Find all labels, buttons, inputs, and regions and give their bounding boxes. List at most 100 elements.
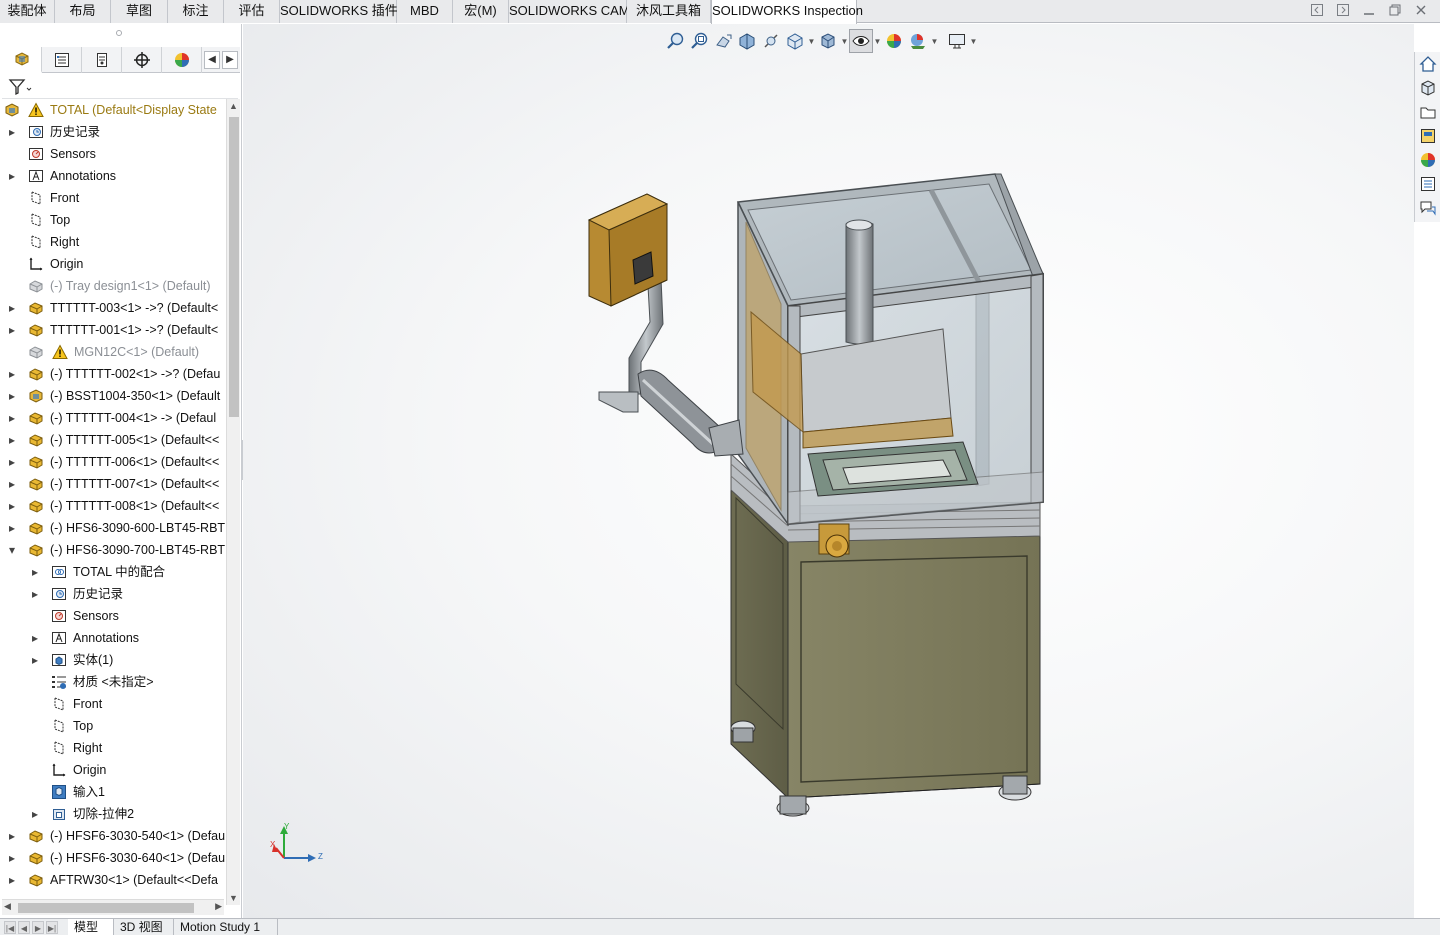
- expand-arrow-icon[interactable]: ▸: [7, 517, 17, 539]
- home-icon[interactable]: [1417, 53, 1439, 75]
- scroll-up-icon[interactable]: ▲: [229, 101, 238, 111]
- tab-3d-views[interactable]: 3D 视图: [114, 919, 174, 935]
- expand-arrow-icon[interactable]: ▸: [7, 429, 17, 451]
- scroll-left-icon[interactable]: ◀: [4, 901, 11, 912]
- file-explorer-icon[interactable]: [1417, 101, 1439, 123]
- tree-item[interactable]: ▸ (-) TTTTTT-007<1> (Default<<: [0, 473, 226, 495]
- scroll-right-icon[interactable]: ▶: [215, 901, 222, 912]
- tree-item[interactable]: ▾ (-) HFS6-3090-700-LBT45-RBT: [0, 539, 226, 561]
- expand-arrow-icon[interactable]: ▸: [7, 165, 17, 187]
- tree-item[interactable]: ▸ AFTRW30<1> (Default<<Defa: [0, 869, 226, 891]
- tab-macro[interactable]: 宏(M): [453, 0, 509, 23]
- featuremanager-icon[interactable]: [2, 47, 42, 73]
- tree-item[interactable]: ▸ 切除-拉伸2: [0, 803, 226, 825]
- tree-item[interactable]: Origin: [0, 759, 226, 781]
- tree-item[interactable]: ▸ (-) HFSF6-3030-640<1> (Defau: [0, 847, 226, 869]
- model-render[interactable]: [243, 24, 1414, 918]
- design-library-icon[interactable]: [1417, 77, 1439, 99]
- propertymanager-icon[interactable]: [42, 47, 82, 73]
- tree-item[interactable]: ▸ TTTTTT-001<1> ->? (Default<: [0, 319, 226, 341]
- panel-scroll-left-icon[interactable]: ◀: [204, 51, 220, 69]
- tree-vertical-scroll-thumb[interactable]: [229, 117, 239, 417]
- expand-arrow-icon[interactable]: ▸: [7, 385, 17, 407]
- expand-arrow-icon[interactable]: ▸: [30, 561, 40, 583]
- next-tab-icon[interactable]: ▶: [32, 921, 44, 934]
- tab-motion-study-1[interactable]: Motion Study 1: [174, 919, 278, 935]
- tree-vertical-scrollbar[interactable]: ▲ ▼: [226, 99, 240, 905]
- view-palette-icon[interactable]: [1417, 125, 1439, 147]
- tree-item[interactable]: Top: [0, 209, 226, 231]
- tab-solidworks-cam[interactable]: SOLIDWORKS CAM: [509, 0, 630, 23]
- tab-evaluate[interactable]: 评估: [224, 0, 280, 23]
- tree-item[interactable]: ▸ 实体(1): [0, 649, 226, 671]
- tree-item[interactable]: Right: [0, 737, 226, 759]
- tree-item[interactable]: ▸ Annotations: [0, 627, 226, 649]
- tab-assembly[interactable]: 装配体: [0, 0, 55, 23]
- dimxpert-icon[interactable]: [122, 47, 162, 73]
- custom-properties-icon[interactable]: [1417, 173, 1439, 195]
- tab-solidworks-addins[interactable]: SOLIDWORKS 插件: [280, 0, 398, 23]
- tree-item[interactable]: Top: [0, 715, 226, 737]
- expand-arrow-icon[interactable]: ▸: [7, 407, 17, 429]
- restore-right-icon[interactable]: [1331, 3, 1355, 21]
- tree-item[interactable]: Sensors: [0, 605, 226, 627]
- tab-sketch[interactable]: 草图: [111, 0, 168, 23]
- expand-arrow-icon[interactable]: ▸: [7, 319, 17, 341]
- displaymanager-icon[interactable]: [162, 47, 202, 73]
- tree-item[interactable]: ▸ TOTAL 中的配合: [0, 561, 226, 583]
- tree-item[interactable]: Front: [0, 693, 226, 715]
- tab-model[interactable]: 模型: [68, 919, 114, 935]
- expand-arrow-icon[interactable]: ▸: [30, 627, 40, 649]
- tree-item[interactable]: ▸ 历史记录: [0, 121, 226, 143]
- first-tab-icon[interactable]: |◀: [4, 921, 16, 934]
- tab-mbd[interactable]: MBD: [397, 0, 453, 23]
- expand-arrow-icon[interactable]: ▸: [7, 451, 17, 473]
- tree-item[interactable]: MGN12C<1> (Default): [0, 341, 226, 363]
- tree-root[interactable]: TOTAL (Default<Display State: [0, 99, 226, 121]
- tab-mufeng-toolbox[interactable]: 沐风工具箱: [627, 0, 711, 23]
- tree-horizontal-scrollbar[interactable]: ◀ ▶: [2, 899, 224, 915]
- expand-arrow-icon[interactable]: ▸: [7, 869, 17, 891]
- expand-arrow-icon[interactable]: ▸: [30, 649, 40, 671]
- expand-arrow-icon[interactable]: ▸: [7, 121, 17, 143]
- tree-item[interactable]: Sensors: [0, 143, 226, 165]
- tree-item[interactable]: (-) Tray design1<1> (Default): [0, 275, 226, 297]
- tree-item[interactable]: ▸ (-) HFSF6-3030-540<1> (Defau: [0, 825, 226, 847]
- panel-scroll-right-icon[interactable]: ▶: [222, 51, 238, 69]
- expand-arrow-icon[interactable]: ▸: [30, 583, 40, 605]
- expand-arrow-icon[interactable]: ▸: [7, 297, 17, 319]
- tree-item[interactable]: ▸ (-) TTTTTT-004<1> -> (Defaul: [0, 407, 226, 429]
- filter-icon[interactable]: [8, 78, 34, 96]
- expand-arrow-icon[interactable]: ▸: [7, 473, 17, 495]
- expand-arrow-icon[interactable]: ▸: [7, 825, 17, 847]
- restore-left-icon[interactable]: [1305, 3, 1329, 21]
- tab-layout[interactable]: 布局: [55, 0, 111, 23]
- minimize-icon[interactable]: [1357, 3, 1381, 21]
- expand-arrow-icon[interactable]: ▸: [7, 847, 17, 869]
- tree-horizontal-scroll-thumb[interactable]: [18, 903, 194, 913]
- tree-item[interactable]: ▸ (-) TTTTTT-005<1> (Default<<: [0, 429, 226, 451]
- tree-item[interactable]: 材质 <未指定>: [0, 671, 226, 693]
- collapse-arrow-icon[interactable]: ▾: [7, 539, 17, 561]
- expand-arrow-icon[interactable]: ▸: [7, 495, 17, 517]
- tree-item[interactable]: Front: [0, 187, 226, 209]
- scroll-down-icon[interactable]: ▼: [229, 893, 238, 903]
- graphics-area[interactable]: ▼ ▼ ▼ ▼ ▼ Y Z X: [243, 24, 1414, 918]
- expand-arrow-icon[interactable]: ▸: [7, 363, 17, 385]
- last-tab-icon[interactable]: ▶|: [46, 921, 58, 934]
- maximize-icon[interactable]: [1383, 3, 1407, 21]
- appearances-icon[interactable]: [1417, 149, 1439, 171]
- expand-arrow-icon[interactable]: ▸: [30, 803, 40, 825]
- tree-item[interactable]: 输入1: [0, 781, 226, 803]
- panel-grip[interactable]: [116, 30, 122, 36]
- configurationmanager-icon[interactable]: [82, 47, 122, 73]
- tab-markup[interactable]: 标注: [168, 0, 224, 23]
- tree-item[interactable]: ▸ TTTTTT-003<1> ->? (Default<: [0, 297, 226, 319]
- close-icon[interactable]: [1409, 3, 1433, 21]
- tree-item[interactable]: ▸ Annotations: [0, 165, 226, 187]
- tree-item[interactable]: Origin: [0, 253, 226, 275]
- prev-tab-icon[interactable]: ◀: [18, 921, 30, 934]
- tree-item[interactable]: ▸ (-) TTTTTT-006<1> (Default<<: [0, 451, 226, 473]
- tree-item[interactable]: ▸ (-) TTTTTT-002<1> ->? (Defau: [0, 363, 226, 385]
- tree-item[interactable]: ▸ (-) BSST1004-350<1> (Default: [0, 385, 226, 407]
